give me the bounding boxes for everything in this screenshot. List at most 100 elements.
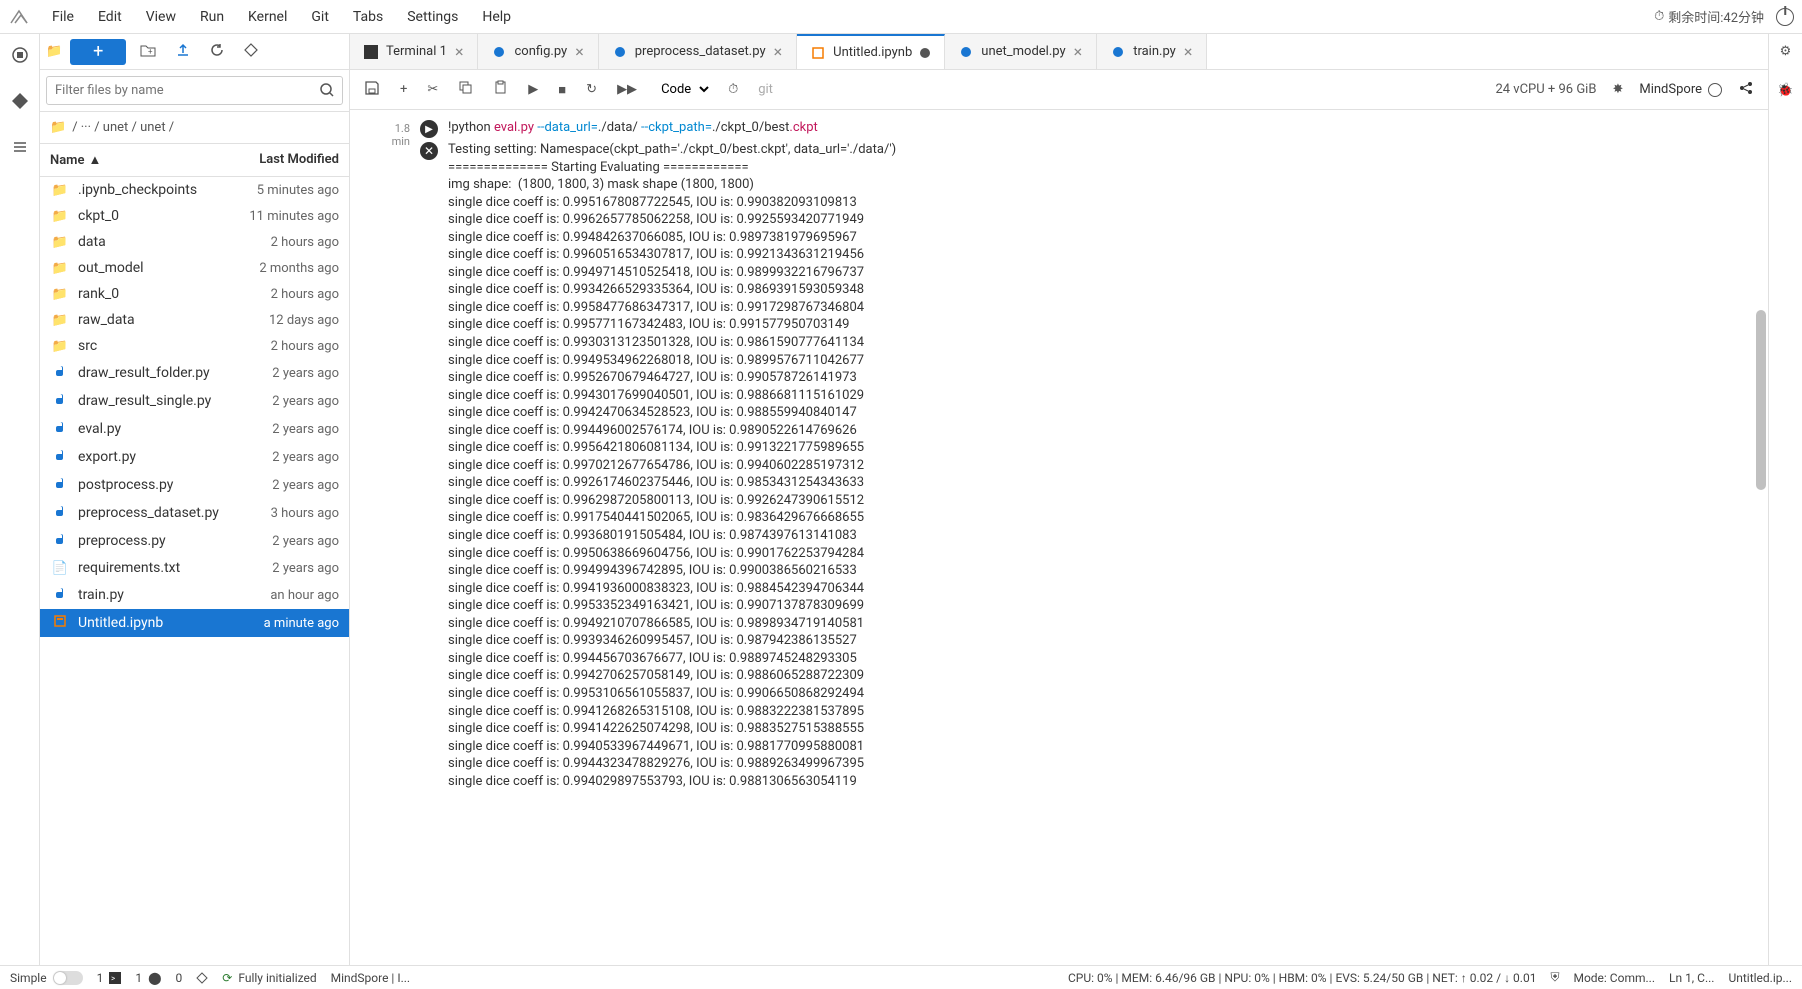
main-area: Terminal 1×config.py×preprocess_dataset.… <box>350 34 1768 965</box>
file-row[interactable]: train.pyan hour ago <box>40 581 349 609</box>
cursor-position[interactable]: Ln 1, C... <box>1669 971 1714 985</box>
power-icon[interactable] <box>1776 8 1794 26</box>
menu-git[interactable]: Git <box>301 5 339 29</box>
add-cell-icon[interactable]: + <box>396 80 411 99</box>
git-label[interactable]: git <box>754 80 777 99</box>
close-icon[interactable]: × <box>1074 42 1083 61</box>
paste-icon[interactable] <box>489 78 512 101</box>
menu-edit[interactable]: Edit <box>88 5 132 29</box>
folder-icon: 📁 <box>50 235 70 250</box>
copy-icon[interactable] <box>454 78 477 101</box>
file-row[interactable]: eval.py2 years ago <box>40 415 349 443</box>
close-icon[interactable]: × <box>575 42 584 61</box>
menu-settings[interactable]: Settings <box>397 5 468 29</box>
running-kernels-icon[interactable] <box>9 44 31 66</box>
close-icon[interactable]: × <box>774 42 783 61</box>
code-content[interactable]: !python eval.py --data_url=./data/ --ckp… <box>448 120 1748 135</box>
toc-icon[interactable] <box>9 136 31 158</box>
menu-kernel[interactable]: Kernel <box>238 5 297 29</box>
file-row[interactable]: 📁rank_02 hours ago <box>40 281 349 307</box>
file-name: preprocess.py <box>78 533 272 549</box>
file-row[interactable]: export.py2 years ago <box>40 443 349 471</box>
code-cell[interactable]: 1.8 min ▶ ✕ !python eval.py --data_url=.… <box>370 120 1748 790</box>
kernels-count[interactable]: 1 ⬤ <box>135 971 161 985</box>
file-name: src <box>78 338 271 354</box>
file-name: postprocess.py <box>78 477 272 493</box>
filebrowser-toolbar: 📁 + + <box>40 34 349 70</box>
menu-run[interactable]: Run <box>190 5 234 29</box>
file-row[interactable]: 📁ckpt_011 minutes ago <box>40 203 349 229</box>
file-row[interactable]: 📁raw_data12 days ago <box>40 307 349 333</box>
filter-box <box>40 70 349 112</box>
notebook-body[interactable]: 1.8 min ▶ ✕ !python eval.py --data_url=.… <box>350 110 1768 965</box>
save-icon[interactable] <box>360 78 384 102</box>
kernel-status[interactable]: MindSpore | I... <box>331 971 410 985</box>
close-icon[interactable]: × <box>455 42 464 61</box>
col-name-header[interactable]: Name <box>50 153 84 168</box>
share-icon[interactable] <box>1734 78 1758 102</box>
scrollbar-vertical[interactable] <box>1756 310 1766 490</box>
file-row[interactable]: 📁.ipynb_checkpoints5 minutes ago <box>40 177 349 203</box>
run-all-icon[interactable]: ▶▶ <box>613 80 641 99</box>
file-row[interactable]: preprocess.py2 years ago <box>40 527 349 555</box>
refresh-icon[interactable] <box>204 43 230 61</box>
search-icon <box>319 82 335 102</box>
menu-file[interactable]: File <box>42 5 84 29</box>
tab-terminal-1[interactable]: Terminal 1× <box>350 34 478 69</box>
tab-config-py[interactable]: config.py× <box>478 34 598 69</box>
tab-untitled-ipynb[interactable]: Untitled.ipynb <box>797 34 945 69</box>
git-clone-icon[interactable] <box>238 43 264 61</box>
run-icon[interactable]: ▶ <box>524 80 542 99</box>
file-row[interactable]: Untitled.ipynba minute ago <box>40 609 349 637</box>
close-icon[interactable]: × <box>1184 42 1193 61</box>
git-diamond-icon[interactable] <box>196 972 208 984</box>
file-row[interactable]: 📁data2 hours ago <box>40 229 349 255</box>
file-row[interactable]: 📁src2 hours ago <box>40 333 349 359</box>
git-icon[interactable] <box>9 90 31 112</box>
settings-gear-icon[interactable]: ✸ <box>1608 80 1627 99</box>
trust-icon[interactable]: ⛨ <box>1550 970 1559 985</box>
editor-mode[interactable]: Mode: Comm... <box>1573 971 1655 985</box>
menu-view[interactable]: View <box>136 5 186 29</box>
menu: FileEditViewRunKernelGitTabsSettingsHelp <box>42 5 521 29</box>
txt-icon: 📄 <box>50 561 70 576</box>
breadcrumb[interactable]: 📁/ ··· / unet / unet / <box>40 112 349 144</box>
tab-unet_model-py[interactable]: unet_model.py× <box>945 34 1097 69</box>
col-modified-header[interactable]: Last Modified <box>219 152 339 168</box>
property-inspector-icon[interactable]: ⚙ <box>1780 44 1792 59</box>
folder-icon[interactable]: 📁 <box>46 44 62 59</box>
filter-input[interactable] <box>46 76 343 105</box>
file-row[interactable]: 📁out_model2 months ago <box>40 255 349 281</box>
kernel-indicator[interactable]: MindSpore <box>1639 82 1722 97</box>
new-launcher-button[interactable]: + <box>70 39 126 65</box>
file-list: 📁.ipynb_checkpoints5 minutes ago📁ckpt_01… <box>40 177 349 965</box>
file-name: draw_result_single.py <box>78 393 272 409</box>
timing-icon[interactable]: ⏱ <box>724 80 742 99</box>
tab-train-py[interactable]: train.py× <box>1097 34 1207 69</box>
py-icon <box>50 448 70 466</box>
simple-toggle[interactable]: Simple <box>10 971 83 985</box>
cell-run-icon[interactable]: ▶ <box>420 120 438 138</box>
stop-icon[interactable]: ■ <box>554 80 570 100</box>
terminals-count[interactable]: 1 > <box>97 971 122 985</box>
tab-label: Untitled.ipynb <box>833 45 912 60</box>
cut-icon[interactable]: ✂ <box>423 80 442 99</box>
cell-type-select[interactable]: Code <box>653 77 712 102</box>
tab-preprocess_dataset-py[interactable]: preprocess_dataset.py× <box>599 34 797 69</box>
menu-tabs[interactable]: Tabs <box>343 5 393 29</box>
file-row[interactable]: postprocess.py2 years ago <box>40 471 349 499</box>
sort-asc-icon: ▲ <box>88 152 101 168</box>
menu-help[interactable]: Help <box>472 5 521 29</box>
app-logo <box>8 6 30 28</box>
file-row[interactable]: draw_result_folder.py2 years ago <box>40 359 349 387</box>
dirty-indicator-icon <box>920 48 930 58</box>
debugger-icon[interactable]: 🐞 <box>1777 83 1793 98</box>
errors-count[interactable]: 0 <box>176 971 183 985</box>
upload-icon[interactable] <box>170 43 196 61</box>
file-row[interactable]: preprocess_dataset.py3 hours ago <box>40 499 349 527</box>
file-row[interactable]: draw_result_single.py2 years ago <box>40 387 349 415</box>
file-row[interactable]: 📄requirements.txt2 years ago <box>40 555 349 581</box>
restart-icon[interactable]: ↻ <box>582 80 601 99</box>
folder-icon: 📁 <box>50 183 70 198</box>
new-folder-icon[interactable]: + <box>134 43 162 61</box>
